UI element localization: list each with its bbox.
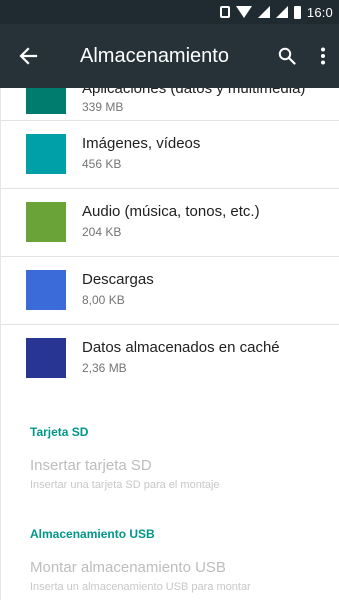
back-button[interactable] (0, 24, 56, 88)
category-color-swatch (26, 270, 66, 310)
category-color-swatch (26, 202, 66, 242)
section-header-usb: Almacenamiento USB (30, 527, 155, 541)
battery-icon (293, 5, 301, 19)
category-size: 2,36 MB (82, 361, 127, 375)
category-name: Descargas (82, 271, 154, 288)
back-arrow-icon (19, 47, 38, 65)
status-time: 16:0 (306, 4, 333, 20)
category-size: 339 MB (82, 100, 124, 114)
list-item[interactable]: Descargas 8,00 KB (1, 257, 339, 325)
signal-icon (275, 6, 288, 18)
mount-usb-title: Montar almacenamiento USB (30, 559, 226, 576)
category-color-swatch (26, 134, 66, 174)
list-item[interactable]: Audio (música, tonos, etc.) 204 KB (1, 189, 339, 257)
category-size: 204 KB (82, 225, 122, 239)
category-color-swatch (26, 88, 66, 114)
app-bar: Almacenamiento (0, 24, 339, 88)
status-bar: 16:0 (0, 0, 339, 24)
list-item[interactable]: Datos almacenados en caché 2,36 MB (1, 325, 339, 393)
search-icon (278, 47, 296, 65)
section-header-sd: Tarjeta SD (30, 425, 89, 439)
insert-sd-subtitle: Insertar una tarjeta SD para el montaje (30, 479, 220, 491)
overflow-menu-button[interactable] (307, 24, 339, 88)
insert-sd-title: Insertar tarjeta SD (30, 457, 152, 474)
category-size: 8,00 KB (82, 293, 125, 307)
wifi-icon (235, 6, 252, 18)
mount-usb-subtitle: Inserta un almacenamiento USB para monta… (30, 581, 251, 593)
category-name: Aplicaciones (datos y multimedia) (82, 88, 306, 97)
status-icons: 16:0 (219, 4, 333, 20)
overflow-menu-icon (321, 47, 325, 65)
page-title: Almacenamiento (80, 44, 229, 67)
category-name: Imágenes, vídeos (82, 135, 201, 152)
list-item[interactable]: Imágenes, vídeos 456 KB (1, 121, 339, 189)
category-name: Datos almacenados en caché (82, 339, 280, 356)
storage-content[interactable]: Aplicaciones (datos y multimedia) 339 MB… (0, 88, 339, 600)
signal-icon (257, 6, 270, 18)
list-item[interactable]: Aplicaciones (datos y multimedia) 339 MB (1, 88, 339, 121)
category-name: Audio (música, tonos, etc.) (82, 203, 260, 220)
storage-category-list: Aplicaciones (datos y multimedia) 339 MB… (1, 88, 339, 393)
category-color-swatch (26, 338, 66, 378)
search-button[interactable] (267, 24, 307, 88)
category-size: 456 KB (82, 157, 122, 171)
vibrate-icon (219, 6, 230, 18)
